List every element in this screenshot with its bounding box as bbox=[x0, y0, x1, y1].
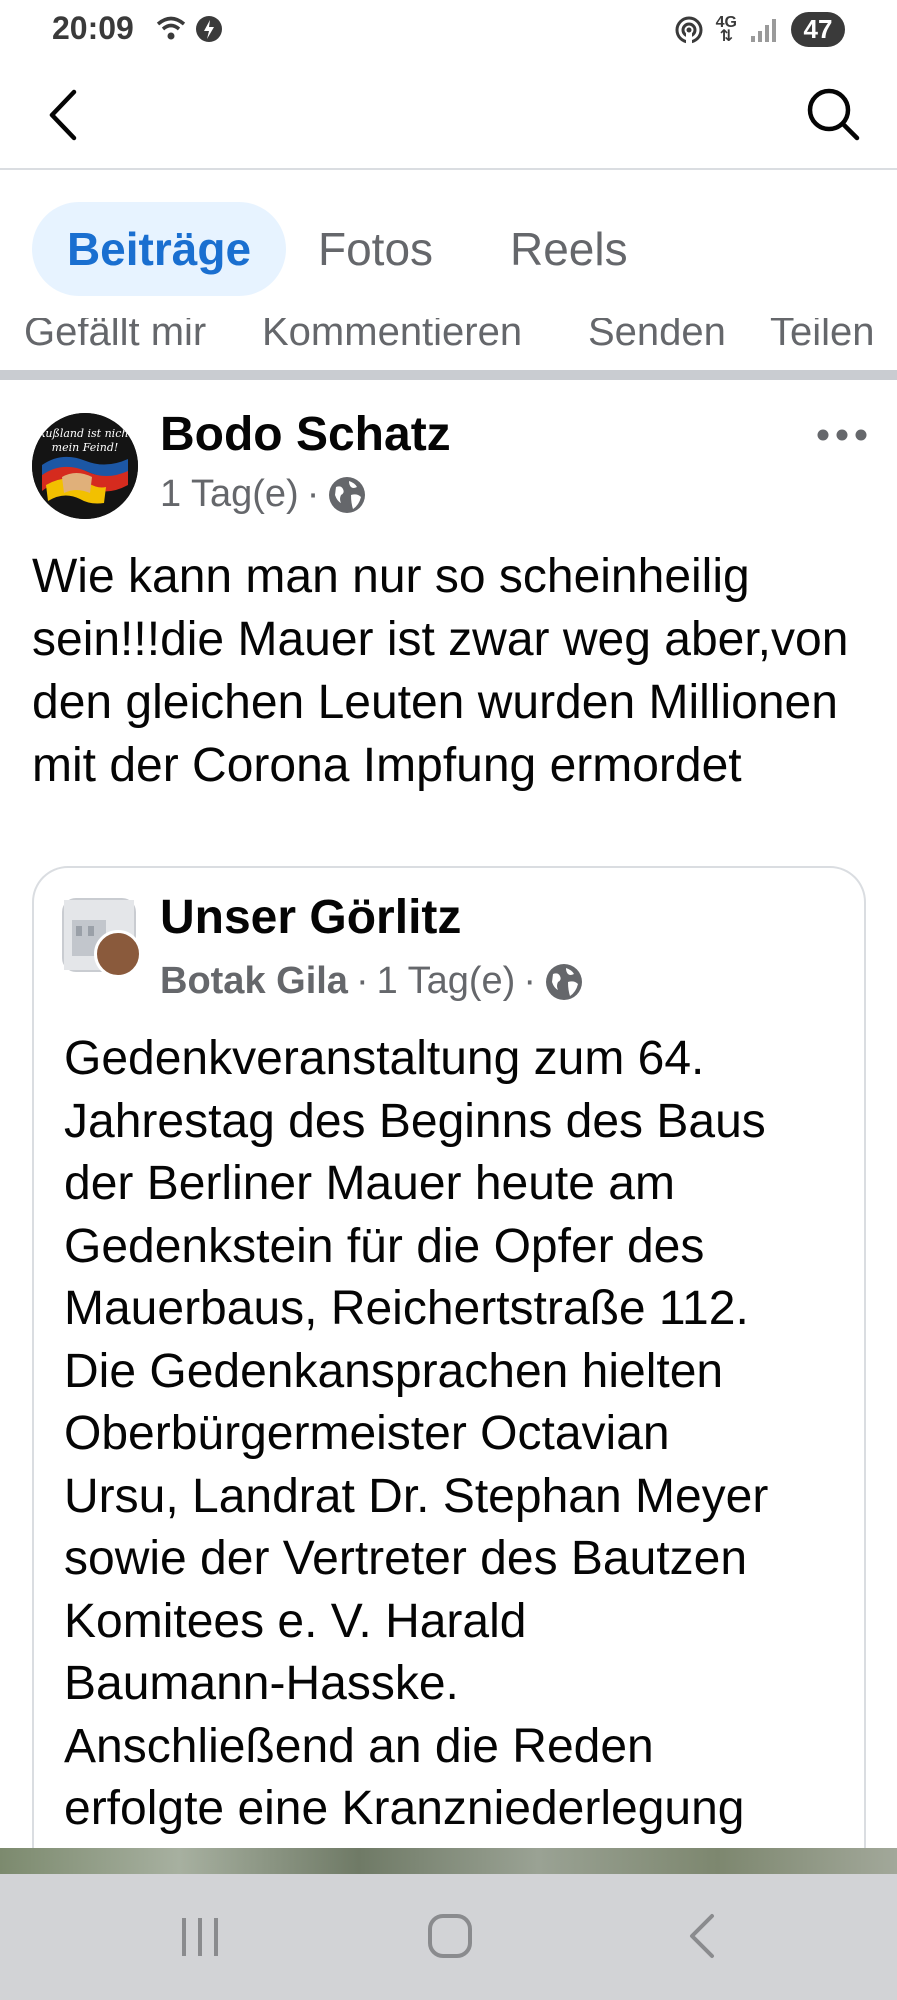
avatar-text-line1: Rußland ist nicht bbox=[36, 427, 133, 440]
shared-post-photo[interactable] bbox=[0, 1848, 897, 1874]
post-text: Wie kann man nur so scheinheilig sein!!!… bbox=[32, 550, 849, 792]
tab-reels[interactable]: Reels bbox=[510, 202, 628, 296]
network-activity-icon: ⇅ bbox=[719, 27, 734, 45]
author-avatar[interactable]: Rußland ist nicht mein Feind! bbox=[32, 413, 138, 519]
like-button[interactable]: Gefällt mir bbox=[24, 318, 206, 355]
send-button[interactable]: Senden bbox=[588, 318, 726, 355]
previous-post-actions: Gefällt mir Kommentieren Senden Teilen bbox=[0, 318, 897, 360]
post-timestamp[interactable]: 1 Tag(e) bbox=[160, 473, 299, 516]
shared-post-meta: Botak Gila · 1 Tag(e) · bbox=[160, 960, 584, 1003]
tab-posts[interactable]: Beiträge bbox=[32, 202, 286, 296]
chevron-left-icon[interactable] bbox=[40, 88, 90, 142]
post-header: Rußland ist nicht mein Feind! Bodo Schat… bbox=[0, 395, 897, 535]
post-divider bbox=[0, 370, 897, 380]
share-button[interactable]: Teilen bbox=[770, 318, 875, 355]
wifi-icon bbox=[156, 16, 186, 40]
author-name[interactable]: Bodo Schatz bbox=[160, 407, 451, 462]
comment-button[interactable]: Kommentieren bbox=[262, 318, 522, 355]
home-icon[interactable] bbox=[426, 1912, 474, 1960]
more-options-icon[interactable] bbox=[815, 425, 869, 445]
system-nav-bar bbox=[0, 1874, 897, 2000]
status-bar: 20:09 4G ⇅ 47 bbox=[0, 0, 897, 60]
shared-post-text: Gedenkveranstaltung zum 64. Jahrestag de… bbox=[64, 1032, 769, 1835]
meta-separator: · bbox=[355, 960, 369, 1002]
shared-sub-author[interactable]: Botak Gila bbox=[160, 960, 348, 1003]
signal-icon bbox=[751, 18, 776, 42]
recent-apps-icon[interactable] bbox=[178, 1914, 224, 1960]
post-meta: 1 Tag(e) · bbox=[160, 473, 367, 516]
status-time: 20:09 bbox=[52, 10, 134, 46]
tab-photos[interactable]: Fotos bbox=[318, 202, 433, 296]
shared-page-name[interactable]: Unser Görlitz bbox=[160, 890, 461, 945]
globe-icon bbox=[329, 476, 366, 513]
shared-post-card[interactable]: Unser Görlitz Botak Gila · 1 Tag(e) · Ge… bbox=[32, 866, 866, 1866]
top-nav bbox=[0, 60, 897, 170]
data-saver-icon bbox=[196, 16, 222, 42]
avatar-text-line2: mein Feind! bbox=[52, 441, 119, 454]
meta-separator: · bbox=[523, 960, 536, 1002]
status-right-icons: 4G ⇅ 47 bbox=[674, 12, 845, 47]
meta-separator: · bbox=[306, 473, 320, 515]
network-type: 4G ⇅ bbox=[716, 14, 737, 45]
hotspot-icon bbox=[675, 16, 703, 44]
sub-author-avatar[interactable] bbox=[94, 930, 142, 978]
tab-bar: Beiträge Fotos Reels bbox=[0, 172, 897, 302]
back-nav-icon[interactable] bbox=[684, 1912, 720, 1960]
shared-post-timestamp[interactable]: 1 Tag(e) bbox=[377, 960, 516, 1003]
globe-icon bbox=[545, 963, 582, 1000]
search-icon[interactable] bbox=[805, 86, 861, 142]
battery-indicator: 47 bbox=[791, 12, 845, 47]
status-left-icons bbox=[156, 14, 224, 44]
avatar-image: Rußland ist nicht mein Feind! bbox=[32, 413, 138, 519]
